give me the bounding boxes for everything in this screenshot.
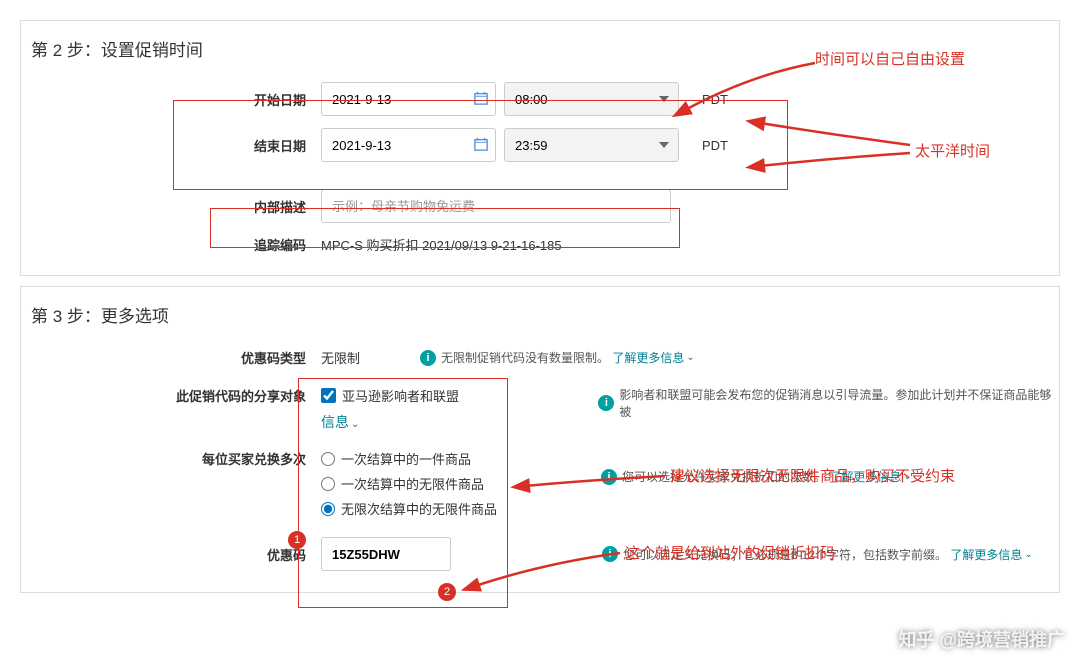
start-date-label: 开始日期 <box>21 90 321 109</box>
type-help: i 无限制促销代码没有数量限制。 了解更多信息⌄ <box>420 349 695 366</box>
calendar-icon <box>474 137 488 151</box>
track-label: 追踪编码 <box>21 235 321 254</box>
annotation-badge-2: 2 <box>438 583 456 601</box>
redeem-radio-2[interactable] <box>321 477 335 491</box>
info-icon: i <box>420 350 436 366</box>
redeem-label: 每位买家兑换多次 <box>21 446 321 468</box>
watermark: 知乎 @跨境营销推广 <box>898 626 1065 652</box>
end-date-row: 结束日期 23:59 PDT <box>21 122 1059 168</box>
redeem-opt3[interactable]: 无限次结算中的无限件商品 <box>321 496 601 521</box>
learn-more-link[interactable]: 了解更多信息 <box>829 468 901 485</box>
share-checkbox[interactable] <box>321 388 336 403</box>
info-icon: i <box>598 395 614 411</box>
end-time-select[interactable]: 23:59 <box>504 128 679 162</box>
desc-label: 内部描述 <box>21 197 321 216</box>
share-checkbox-label[interactable]: 亚马逊影响者和联盟 <box>321 383 598 408</box>
learn-more-link[interactable]: 了解更多信息 <box>950 546 1022 563</box>
step2-title: 第 2 步：设置促销时间 <box>21 21 1059 76</box>
end-date-input[interactable] <box>321 128 496 162</box>
start-timezone: PDT <box>687 92 743 107</box>
redeem-row: 每位买家兑换多次 一次结算中的一件商品 一次结算中的无限件商品 无限次结算中的无… <box>21 438 1059 527</box>
end-date-label: 结束日期 <box>21 136 321 155</box>
share-label: 此促销代码的分享对象 <box>21 383 321 405</box>
code-input[interactable] <box>321 537 451 571</box>
desc-input[interactable] <box>321 189 671 223</box>
type-value: 无限制 <box>321 348 360 367</box>
share-help: i 影响者和联盟可能会发布您的促销消息以引导流量。参加此计划并不保证商品能够被 <box>598 386 1059 420</box>
track-value: MPC-S 购买折扣 2021/09/13 9-21-16-185 <box>321 235 562 254</box>
type-row: 优惠码类型 无限制 i 无限制促销代码没有数量限制。 了解更多信息⌄ <box>21 342 1059 373</box>
step3-section: 第 3 步：更多选项 优惠码类型 无限制 i 无限制促销代码没有数量限制。 了解… <box>20 286 1060 593</box>
step2-section: 第 2 步：设置促销时间 开始日期 08:00 PDT 结束日期 23:59 <box>20 20 1060 276</box>
start-date-row: 开始日期 08:00 PDT <box>21 76 1059 122</box>
code-row: 优惠码 i 您可以自定义兑换码；它必须是8-12个字符，包括数字前缀。 了解更多… <box>21 527 1059 577</box>
track-row: 追踪编码 MPC-S 购买折扣 2021/09/13 9-21-16-185 <box>21 229 1059 260</box>
info-icon: i <box>601 469 617 485</box>
redeem-opt1[interactable]: 一次结算中的一件商品 <box>321 446 601 471</box>
redeem-opt2[interactable]: 一次结算中的无限件商品 <box>321 471 601 496</box>
end-timezone: PDT <box>687 138 743 153</box>
step3-title: 第 3 步：更多选项 <box>21 287 1059 342</box>
start-date-input[interactable] <box>321 82 496 116</box>
start-time-select[interactable]: 08:00 <box>504 82 679 116</box>
redeem-radio-3[interactable] <box>321 502 335 516</box>
type-label: 优惠码类型 <box>21 348 321 367</box>
redeem-radio-1[interactable] <box>321 452 335 466</box>
calendar-icon <box>474 91 488 105</box>
desc-row: 内部描述 <box>21 183 1059 229</box>
info-icon: i <box>602 546 618 562</box>
annotation-badge-1: 1 <box>288 531 306 549</box>
learn-more-link[interactable]: 了解更多信息 <box>612 349 684 366</box>
code-help: i 您可以自定义兑换码；它必须是8-12个字符，包括数字前缀。 了解更多信息⌄ <box>602 546 1033 563</box>
code-label: 优惠码 <box>21 545 321 564</box>
share-row: 此促销代码的分享对象 亚马逊影响者和联盟 信息⌄ i 影响者和联盟可能会发布您的… <box>21 373 1059 438</box>
share-info-link[interactable]: 信息 <box>321 414 349 430</box>
redeem-help: i 您可以选择允许买家兑换折扣的次数。 了解更多信息⌄ <box>601 468 912 485</box>
